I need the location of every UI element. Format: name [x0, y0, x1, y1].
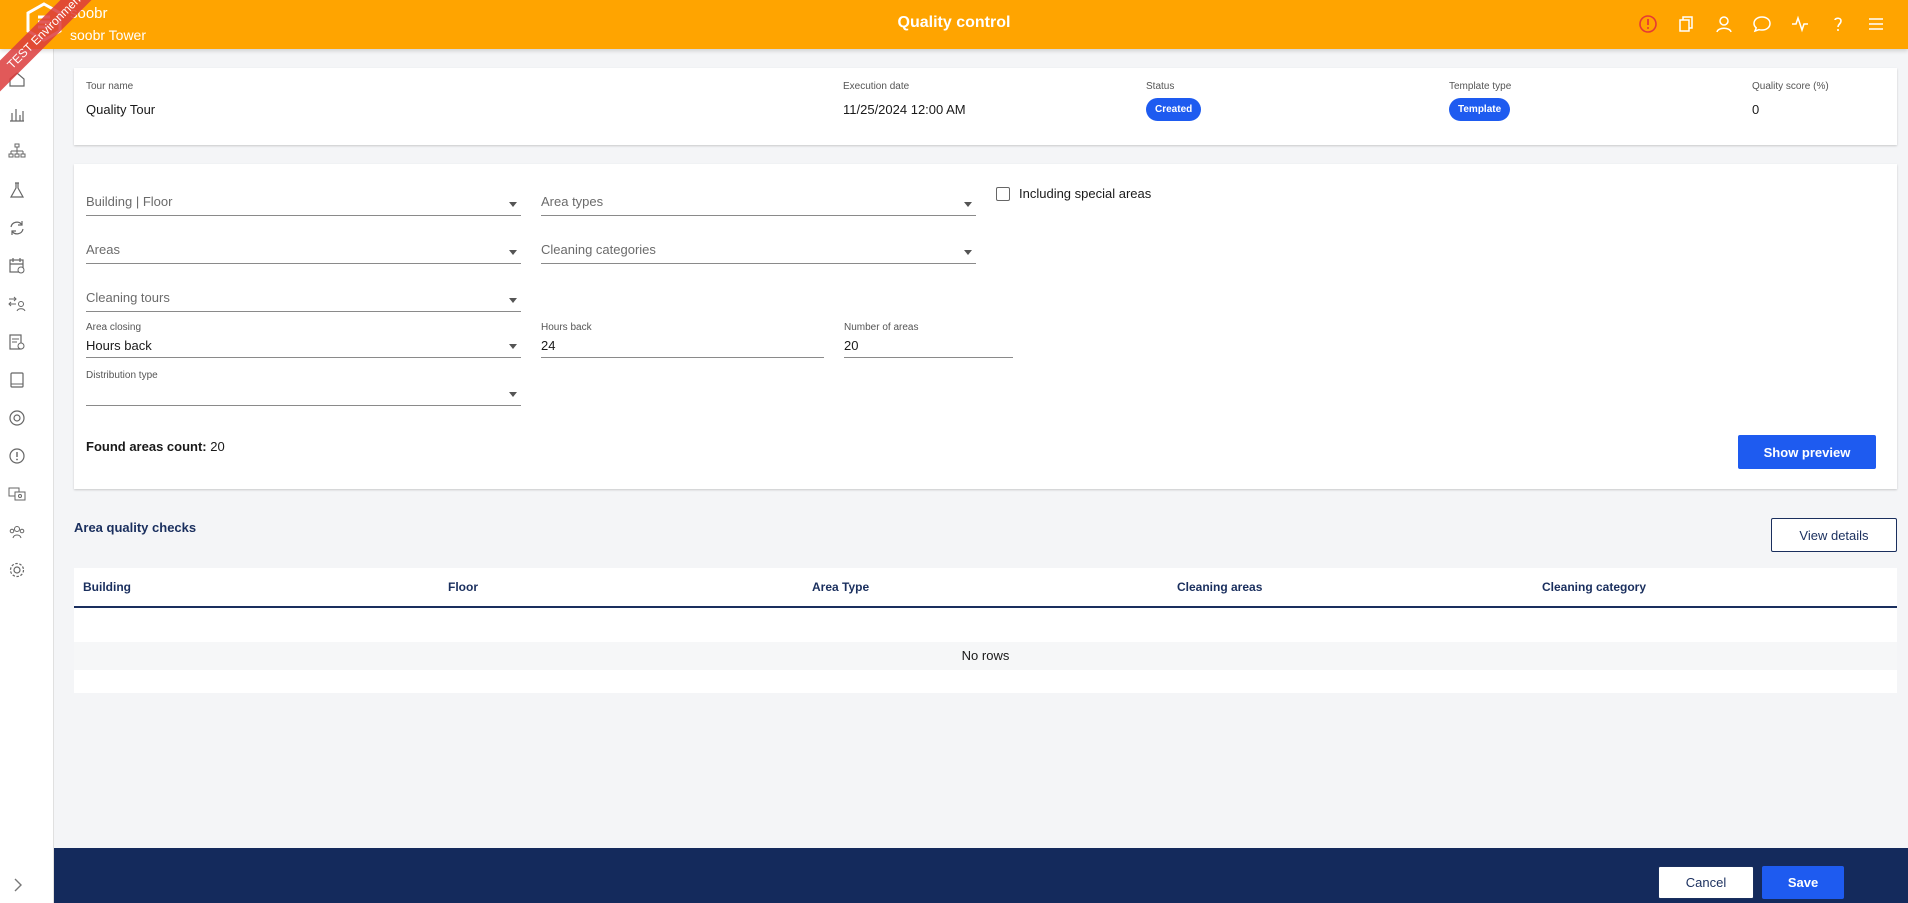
- column-header-building[interactable]: Building: [83, 580, 131, 594]
- cleaning-tours-placeholder: Cleaning tours: [86, 290, 170, 305]
- hierarchy-icon[interactable]: [8, 143, 28, 163]
- number-of-areas-value: 20: [844, 338, 859, 353]
- cleaning-categories-placeholder: Cleaning categories: [541, 242, 656, 257]
- view-details-button[interactable]: View details: [1771, 518, 1897, 552]
- found-areas-value: 20: [210, 439, 225, 454]
- no-rows-message: No rows: [961, 648, 1010, 663]
- dropdown-arrow-icon: [964, 202, 972, 207]
- report-icon[interactable]: [8, 333, 28, 353]
- dropdown-arrow-icon: [509, 202, 517, 207]
- user-icon[interactable]: [1712, 12, 1736, 36]
- chart-icon[interactable]: [8, 105, 28, 125]
- page-title: Quality control: [897, 14, 1011, 31]
- app-header: soobr soobr Tower Quality control: [0, 0, 1908, 49]
- filter-card: Building | Floor Area types Including sp…: [74, 164, 1897, 489]
- including-special-areas-checkbox[interactable]: [996, 186, 1010, 201]
- execution-date-label: Execution date: [843, 81, 910, 92]
- dropdown-arrow-icon: [509, 344, 517, 349]
- show-preview-button[interactable]: Show preview: [1738, 435, 1876, 469]
- lab-icon[interactable]: [8, 181, 28, 201]
- settings-icon[interactable]: [8, 561, 28, 581]
- save-button[interactable]: Save: [1762, 866, 1844, 899]
- dropdown-arrow-icon: [509, 250, 517, 255]
- dropdown-arrow-icon: [964, 250, 972, 255]
- alert-icon[interactable]: [1636, 12, 1660, 36]
- distribution-type-select[interactable]: [86, 382, 521, 406]
- dropdown-arrow-icon: [509, 392, 517, 397]
- hours-back-value: 24: [541, 338, 556, 353]
- alert-circle-icon[interactable]: [8, 447, 28, 467]
- including-special-areas[interactable]: Including special areas: [996, 186, 1151, 201]
- column-header-area-type[interactable]: Area Type: [812, 580, 869, 594]
- activity-icon[interactable]: [1788, 12, 1812, 36]
- tablet-icon[interactable]: [8, 371, 28, 391]
- tour-info-card: Tour name Quality Tour Execution date 11…: [74, 68, 1897, 145]
- target-icon[interactable]: [8, 409, 28, 429]
- area-closing-label: Area closing: [86, 322, 142, 333]
- table-header: Building Floor Area Type Cleaning areas …: [74, 568, 1897, 608]
- action-footer: Cancel Save: [54, 848, 1908, 903]
- hours-back-input[interactable]: 24: [541, 334, 824, 358]
- status-field: Status Created: [1146, 81, 1202, 121]
- areas-placeholder: Areas: [86, 242, 120, 257]
- status-badge: Created: [1146, 98, 1202, 121]
- quality-score-field: Quality score (%) 0: [1752, 81, 1829, 117]
- area-quality-checks-table: Building Floor Area Type Cleaning areas …: [74, 568, 1897, 693]
- template-type-label: Template type: [1449, 81, 1512, 92]
- quality-score-value: 0: [1752, 102, 1760, 117]
- copy-icon[interactable]: [1674, 12, 1698, 36]
- area-quality-checks-title: Area quality checks: [74, 520, 197, 535]
- dropdown-arrow-icon: [509, 298, 517, 303]
- number-of-areas-input[interactable]: 20: [844, 334, 1013, 358]
- tour-name-label: Tour name: [86, 81, 134, 92]
- cleaning-tours-select[interactable]: Cleaning tours: [86, 288, 521, 312]
- team-icon[interactable]: [8, 523, 28, 543]
- area-types-placeholder: Area types: [541, 194, 604, 209]
- chevron-right-icon[interactable]: [10, 877, 26, 893]
- swap-user-icon[interactable]: [8, 295, 28, 315]
- building-floor-select[interactable]: Building | Floor: [86, 192, 521, 216]
- template-type-badge: Template: [1449, 98, 1511, 121]
- column-header-cleaning-category[interactable]: Cleaning category: [1542, 580, 1646, 594]
- status-label: Status: [1146, 81, 1175, 92]
- area-types-select[interactable]: Area types: [541, 192, 976, 216]
- column-header-cleaning-areas[interactable]: Cleaning areas: [1177, 580, 1262, 594]
- cycle-icon[interactable]: [8, 219, 28, 239]
- chat-icon[interactable]: [1750, 12, 1774, 36]
- tour-name-field: Tour name Quality Tour: [86, 81, 155, 117]
- cancel-button[interactable]: Cancel: [1658, 866, 1754, 899]
- including-special-areas-label: Including special areas: [1019, 186, 1152, 201]
- image-icon[interactable]: [8, 485, 28, 505]
- found-areas-label: Found areas count:: [86, 439, 207, 454]
- execution-date-value: 11/25/2024 12:00 AM: [843, 102, 966, 117]
- cleaning-categories-select[interactable]: Cleaning categories: [541, 240, 976, 264]
- menu-icon[interactable]: [1864, 12, 1888, 36]
- execution-date-field: Execution date 11/25/2024 12:00 AM: [843, 81, 966, 117]
- area-closing-value: Hours back: [86, 338, 152, 353]
- column-header-floor[interactable]: Floor: [448, 580, 478, 594]
- quality-score-label: Quality score (%): [1752, 81, 1829, 92]
- calendar-icon[interactable]: [8, 257, 28, 277]
- template-type-field: Template type Template: [1449, 81, 1511, 121]
- building-floor-placeholder: Building | Floor: [86, 194, 173, 209]
- sidebar: [0, 49, 54, 903]
- hours-back-label: Hours back: [541, 322, 592, 333]
- number-of-areas-label: Number of areas: [844, 322, 919, 333]
- tour-name-value: Quality Tour: [86, 102, 156, 117]
- help-icon[interactable]: [1826, 12, 1850, 36]
- areas-select[interactable]: Areas: [86, 240, 521, 264]
- area-closing-select[interactable]: Hours back: [86, 334, 521, 358]
- distribution-type-label: Distribution type: [86, 370, 158, 381]
- found-areas-count: Found areas count: 20: [86, 439, 225, 454]
